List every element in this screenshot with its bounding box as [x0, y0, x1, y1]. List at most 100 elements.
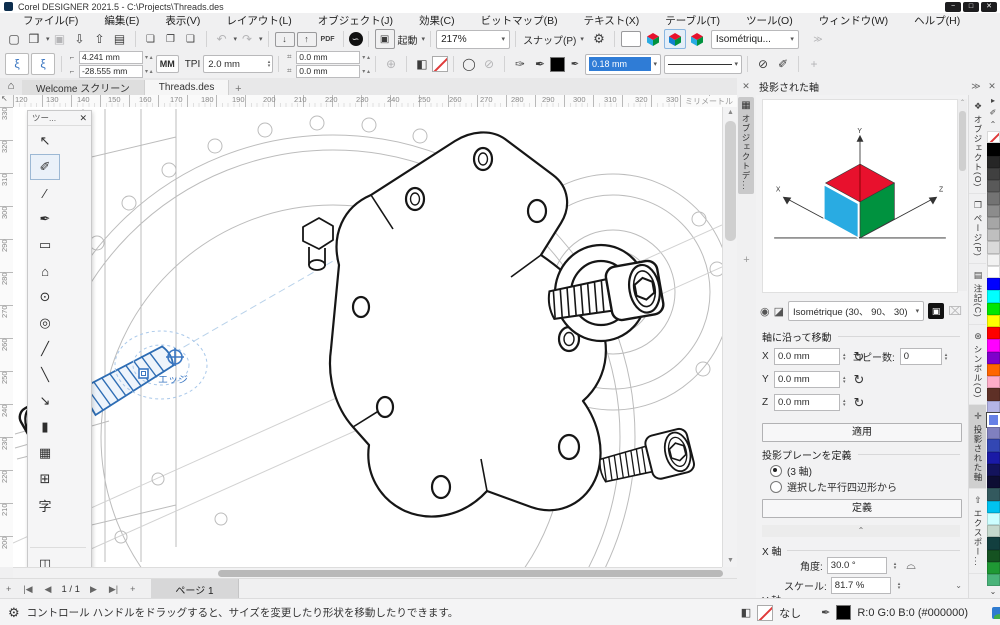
add-page-after-icon[interactable]: + [124, 584, 141, 594]
palette-swatch-00ffff[interactable] [987, 290, 1000, 302]
copies-field[interactable]: 0 [900, 348, 942, 365]
pitch-field[interactable]: 2.0 mm ▴▾ [203, 55, 273, 73]
palette-swatch-none[interactable] [987, 131, 1000, 143]
delete-preset-icon[interactable]: ⌧ [948, 304, 962, 318]
cylinder-tool[interactable]: ▮ [30, 414, 60, 440]
drawing-canvas[interactable]: エッジ ツー... ✕ ↖✐∕✒▭⌂⊙◎╱╲↘▮▦⊞字◫✎◧✑◯✥✐✛⚲Ψ✂@⊃… [13, 107, 722, 567]
rectangle-tool[interactable]: ▭ [30, 232, 60, 258]
no-projection-button[interactable] [621, 31, 641, 47]
angle-field[interactable]: 30.0 ° [827, 557, 887, 574]
palette-swatch-00c2f0[interactable] [987, 501, 1000, 513]
outline-pen-icon[interactable]: ✒ [531, 55, 549, 73]
docker-close-icon[interactable]: ✕ [984, 81, 1000, 92]
image-adjustment-icon[interactable] [992, 607, 1000, 619]
collapse-bar[interactable]: ⌃ [762, 525, 960, 537]
axis-field-x[interactable]: 0.0 mm [774, 348, 840, 365]
paste-button[interactable]: ❑ [182, 30, 200, 48]
palette-swatch-c5d9cd[interactable] [987, 525, 1000, 537]
print-button[interactable]: ▤ [111, 30, 129, 48]
toolbar-overflow-icon[interactable]: ≫ [809, 30, 827, 48]
docker-tab-3[interactable]: ⊛シンボル(O) [969, 325, 987, 405]
cut-button[interactable]: ❏ [142, 30, 160, 48]
palette-swatch-262626[interactable] [987, 156, 1000, 168]
axis-spinner-y[interactable]: ▴▾ [843, 376, 846, 384]
menu-item-11[interactable]: ヘルプ(H) [901, 13, 973, 28]
center-point-circle-tool[interactable]: ⊙ [30, 284, 60, 310]
docker-scrollbar[interactable]: ⌃ [958, 99, 967, 291]
protractor-icon[interactable]: ⌓ [906, 558, 916, 573]
right-projection-button[interactable] [686, 29, 708, 49]
propbar-add-icon[interactable]: + [805, 55, 823, 73]
offset1-spin-icons[interactable]: ▾ ▴ [362, 54, 370, 61]
shape-edit-tool[interactable]: ✐ [30, 154, 60, 180]
thread-style-button-1[interactable]: ξ [5, 53, 29, 75]
axes-cube-icon[interactable]: ◪ [774, 305, 784, 318]
snap-menu[interactable]: スナップ(P) [523, 32, 576, 47]
y-spin-icons[interactable]: ▾ ▴ [145, 68, 153, 75]
close-button[interactable]: ✕ [981, 2, 997, 12]
docker-tab-4[interactable]: ✛投影された軸 [969, 405, 987, 489]
outline-style-icon[interactable]: ✑ [511, 55, 529, 73]
save-preset-icon[interactable]: ▣ [928, 303, 944, 319]
thread-style-button-2[interactable]: ξ [31, 53, 55, 75]
last-page-icon[interactable]: ▶| [103, 584, 124, 595]
bezier-tool[interactable]: ∕ [30, 180, 60, 206]
menu-item-6[interactable]: ビットマップ(B) [468, 13, 571, 28]
left-projection-button[interactable] [664, 29, 686, 49]
pen-tool[interactable]: ✒ [30, 206, 60, 232]
palette-swatch-ff00ff[interactable] [987, 339, 1000, 351]
docker-tab-0[interactable]: ❖オブジェクト(O) [969, 95, 987, 194]
options-gear-icon[interactable]: ⚙ [590, 30, 608, 48]
palette-swatch-49b379[interactable] [987, 574, 1000, 586]
offset2-spin-icons[interactable]: ▾ ▴ [362, 68, 370, 75]
collapsed-docker-close-icon[interactable]: ✕ [737, 81, 755, 92]
palette-swatch-737373[interactable] [987, 192, 1000, 204]
snap-dropdown-icon[interactable]: ▾ [580, 35, 584, 43]
redo-dropdown-icon[interactable]: ▾ [259, 35, 263, 43]
line-style-select[interactable]: ▾ [664, 55, 742, 74]
zoom-level-combo[interactable]: 217% ▾ [436, 30, 510, 49]
redo-button[interactable]: ↷ [238, 30, 256, 48]
x-spin-icons[interactable]: ▾ ▴ [145, 54, 153, 61]
top-projection-button[interactable] [642, 29, 664, 49]
axis-spinner-z[interactable]: ▴▾ [843, 399, 846, 407]
axis-spinner-x[interactable]: ▴▾ [843, 353, 846, 361]
define-button[interactable]: 定義 [762, 499, 962, 518]
palette-swatch-000000[interactable] [987, 143, 1000, 155]
palette-swatch-33595e[interactable] [987, 488, 1000, 500]
docker-tab-5[interactable]: ⇧エクスポー... [969, 489, 987, 574]
vertical-ruler[interactable]: 3303203103002902802702602502402302202102… [0, 107, 14, 567]
palette-swatch-1f9934[interactable] [987, 562, 1000, 574]
bottom-right-screw[interactable] [596, 427, 696, 492]
outline-width-combo[interactable]: 0.18 mm ▾ [585, 54, 661, 75]
polyline-tool[interactable]: ╲ [30, 362, 60, 388]
palette-swatch-595959[interactable] [987, 180, 1000, 192]
axis-rotate-icon-z[interactable]: ↻ [854, 395, 865, 411]
apply-button[interactable]: 適用 [762, 423, 962, 442]
palette-swatch-bfbfbf[interactable] [987, 229, 1000, 241]
dimension-tool[interactable]: ↘ [30, 388, 60, 414]
no-fill-icon[interactable] [432, 56, 448, 72]
outline-width-value[interactable]: 0.18 mm [589, 57, 651, 71]
angle-spinner[interactable]: ▴▾ [894, 562, 897, 570]
scroll-up-icon[interactable]: ▲ [723, 107, 738, 119]
ellipse-tool[interactable]: ◎ [30, 310, 60, 336]
new-document-button[interactable]: ▢ [5, 30, 23, 48]
add-page-icon[interactable]: + [0, 584, 17, 594]
next-page-icon[interactable]: ▶ [84, 584, 103, 595]
docker-bottom-chevron-icon[interactable]: ⌄ [955, 581, 962, 590]
add-docker-icon[interactable]: + [737, 254, 756, 266]
ellipse-mode-icon[interactable]: ◯ [460, 55, 478, 73]
axis-field-z[interactable]: 0.0 mm [774, 394, 840, 411]
palette-swatch-ff6600[interactable] [987, 364, 1000, 376]
no-ellipse-mode-icon[interactable]: ⊘ [480, 55, 498, 73]
scroll-down-icon[interactable]: ▼ [723, 555, 738, 567]
outline-settings-icon[interactable]: ⊘ [754, 55, 772, 73]
home-icon[interactable]: ⌂ [0, 80, 22, 95]
palette-swatch-ffff00[interactable] [987, 315, 1000, 327]
docker-tab-2[interactable]: ▤注記(C) [969, 264, 987, 325]
arrowhead-settings-icon[interactable]: ✐ [774, 55, 792, 73]
toolbox-header[interactable]: ツー... ✕ [28, 111, 91, 126]
minimize-button[interactable]: − [945, 2, 961, 12]
menu-item-4[interactable]: オブジェクト(J) [305, 13, 406, 28]
